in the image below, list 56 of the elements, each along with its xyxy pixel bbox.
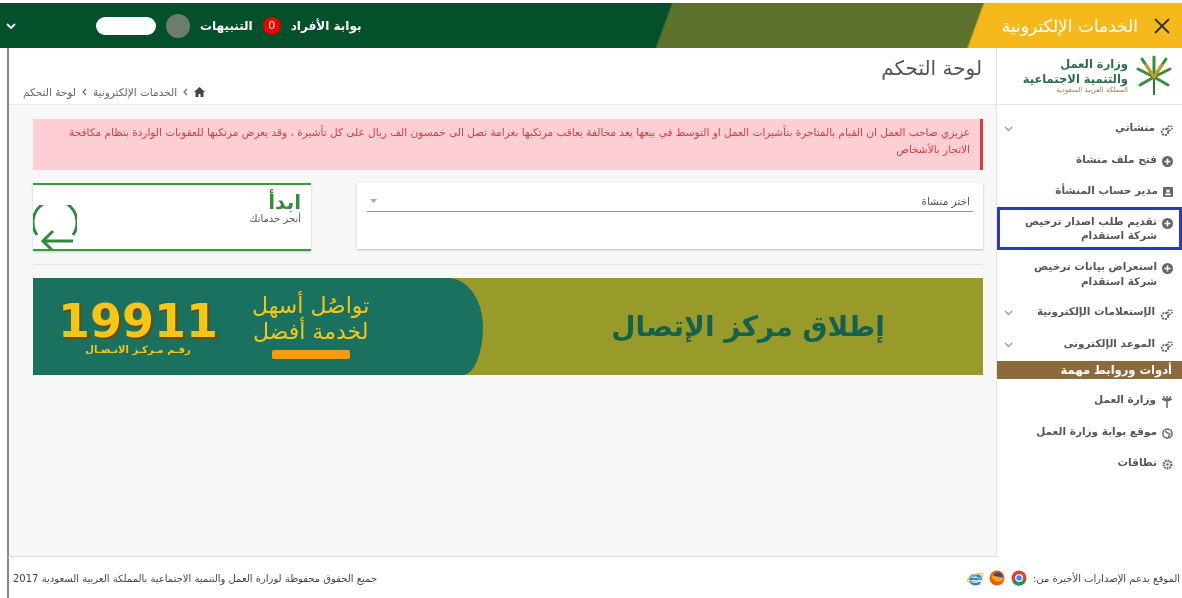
- notifications-link[interactable]: التنبيهات: [200, 18, 253, 33]
- plus-circle-icon: [1162, 217, 1173, 229]
- warning-alert: عزيزي صاحب العمل ان القيام بالمتاجرة بتأشيرات العمل او التوسط في بيعها يعد مخالفة يعاقب مرتكبها بغرامة تصل الى خمسون الف ريال على كل تأشيرة ، وقد يعرض مرتكبها للعقوبات الواردة بنظام مكافحة الاتجار بالأشخاص: [33, 119, 983, 170]
- notification-count-badge: 0: [262, 16, 281, 35]
- chrome-icon[interactable]: [1010, 570, 1027, 586]
- browser-support-note: الموقع يدعم الإصدارات الأخيرة من:: [1032, 572, 1180, 584]
- breadcrumb-link[interactable]: الخدمات الإلكترونية: [92, 86, 178, 98]
- phone-number: 19911: [58, 297, 219, 344]
- app-title: الخدمات الإلكترونية: [1001, 15, 1138, 36]
- chevron-down-icon: [1004, 342, 1013, 349]
- menu-item[interactable]: فتح ملف منشاة: [997, 145, 1182, 174]
- internet-explorer-icon[interactable]: [966, 570, 983, 586]
- id-card-icon: [1163, 187, 1173, 197]
- copyright-text: جميع الحقوق محفوظة لوزارة العمل والتنمية الاجتماعية بالمملكة العربية السعودية 2017: [12, 572, 378, 584]
- menu-item[interactable]: موقع بوابة وزارة العمل: [997, 417, 1182, 447]
- firefox-icon[interactable]: [988, 570, 1005, 586]
- palm-logo-icon: [1134, 55, 1174, 97]
- ministry-name: وزارة العمل: [1059, 57, 1128, 72]
- chevron-icon: [81, 88, 87, 96]
- settings-icon: [1162, 459, 1173, 471]
- palm-tree-icon: [1161, 396, 1173, 409]
- globe-icon: [1162, 428, 1173, 440]
- menu-item[interactable]: استعراض بيانات ترخيص شركة استقدام: [997, 252, 1182, 296]
- menu-group[interactable]: الإستعلامات الإلكترونية: [997, 297, 1182, 328]
- menu-item[interactable]: نطاقات: [997, 448, 1182, 478]
- chevron-down-icon: [1004, 310, 1013, 317]
- close-icon: [1154, 17, 1170, 34]
- page-title: لوحة التحكم: [881, 56, 982, 80]
- menu-group[interactable]: منشاتي: [997, 113, 1182, 143]
- plus-circle-icon: [1162, 263, 1173, 275]
- menu-group[interactable]: الموعد الإلكترونى: [997, 329, 1182, 360]
- menu-item[interactable]: تقديم طلب اصدار ترخيص شركة استقدام: [997, 206, 1182, 251]
- portal-link[interactable]: بوابة الأفراد: [290, 18, 362, 33]
- number-caption: رقـم مـركـز الاتـصـال: [85, 343, 191, 355]
- chevron-icon: [183, 88, 189, 96]
- plus-circle-icon: [1162, 156, 1173, 167]
- chevron-down-icon: [1004, 126, 1013, 132]
- ministry-name-continued: والتنمية الاجتماعية: [1022, 71, 1128, 86]
- arrow-circle-icon: [33, 204, 77, 249]
- start-subtitle: أنجز خدماتك: [249, 212, 301, 224]
- breadcrumb-link[interactable]: لوحة التحكم: [23, 86, 76, 98]
- section-heading: أدوات وروابط مهمة: [997, 361, 1182, 380]
- menu-item[interactable]: مدير حساب المنشأة: [997, 176, 1182, 205]
- tagline-continued: لخدمة أفضل: [253, 318, 369, 344]
- start-title: ابدأ: [267, 190, 301, 213]
- start-card[interactable]: ابدأ أنجز خدماتك: [33, 182, 311, 251]
- home-icon[interactable]: [194, 87, 206, 97]
- gears-icon: [1160, 124, 1173, 136]
- redaction-blob: [96, 16, 156, 35]
- establishment-select[interactable]: اختر منشاة: [367, 194, 973, 212]
- banner-headline: إطلاق مركز الإتصال: [610, 308, 886, 345]
- gears-icon: [1160, 308, 1173, 321]
- menu-item[interactable]: وزارة العمل: [997, 385, 1182, 416]
- dropdown-caret-icon: [370, 198, 377, 203]
- gears-icon: [1160, 340, 1173, 353]
- chevron-down-icon[interactable]: [6, 22, 16, 29]
